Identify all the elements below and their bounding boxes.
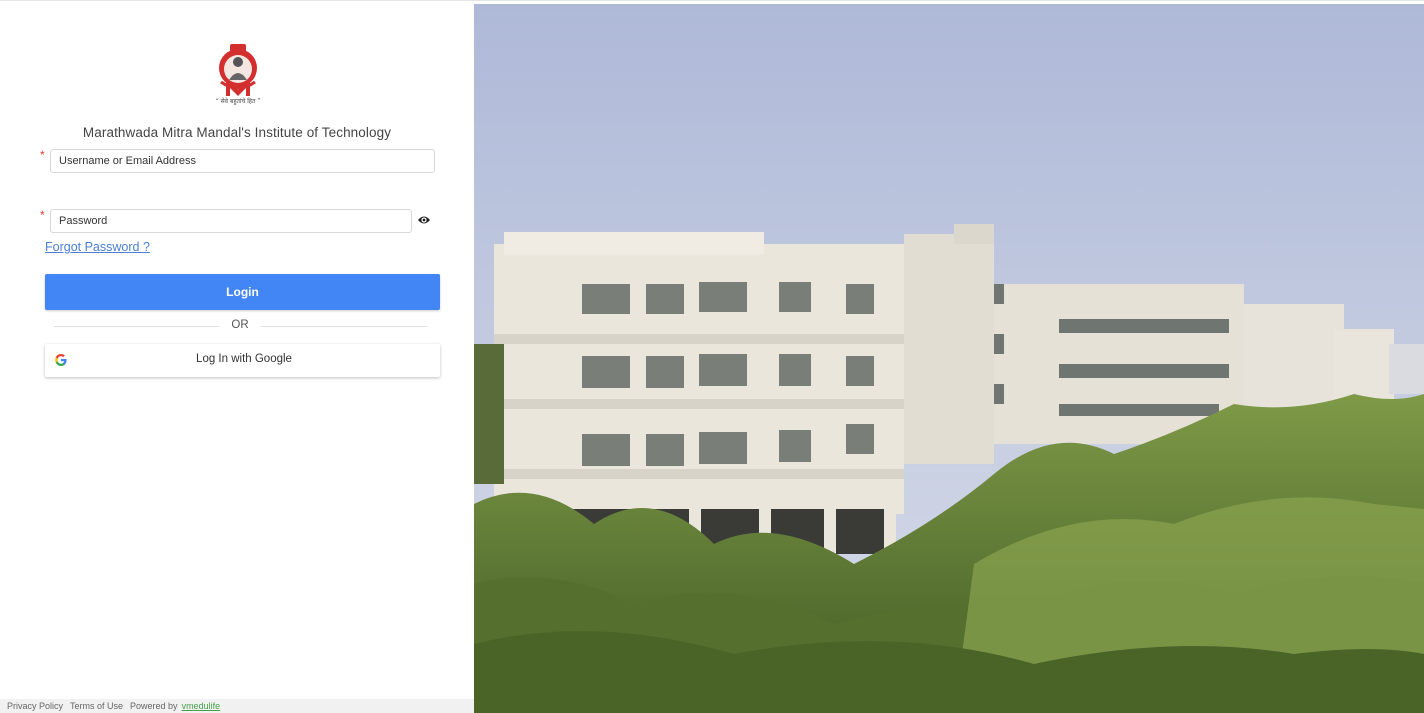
- terms-of-use-link[interactable]: Terms of Use: [70, 701, 123, 711]
- username-placeholder: Username or Email Address: [59, 155, 196, 167]
- required-marker: *: [40, 148, 45, 162]
- username-input[interactable]: Username or Email Address: [50, 149, 435, 173]
- login-button[interactable]: Login: [45, 274, 440, 310]
- footer: Privacy Policy Terms of Use Powered by v…: [0, 699, 474, 713]
- password-placeholder: Password: [59, 215, 108, 227]
- forgot-password-link[interactable]: Forgot Password ?: [45, 240, 150, 254]
- google-button-label: Log In with Google: [196, 353, 292, 365]
- campus-building-photo: [474, 4, 1424, 713]
- divider-line: [261, 326, 427, 327]
- eye-icon[interactable]: [417, 214, 431, 226]
- logo-motto: “ सेवे बहुतांचे हित ”: [215, 98, 261, 105]
- divider-line: [54, 326, 219, 327]
- or-divider: OR: [231, 319, 249, 331]
- privacy-policy-link[interactable]: Privacy Policy: [7, 701, 63, 711]
- institute-name: Marathwada Mitra Mandal's Institute of T…: [82, 125, 392, 140]
- vmedulife-link[interactable]: vmedulife: [182, 701, 221, 711]
- password-input[interactable]: Password: [50, 209, 412, 233]
- powered-by-label: Powered by: [130, 701, 178, 711]
- required-marker: *: [40, 208, 45, 222]
